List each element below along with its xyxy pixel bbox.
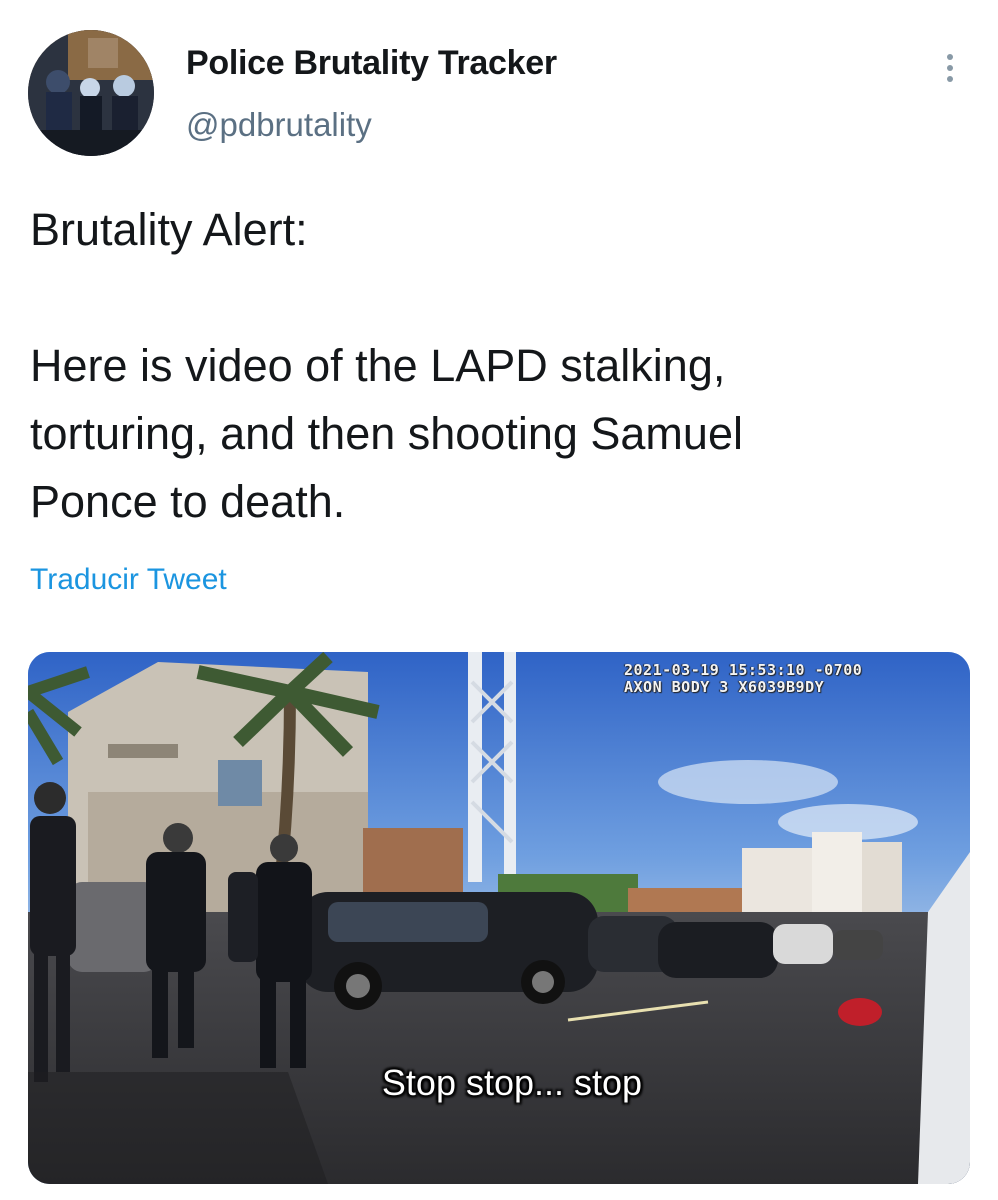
video-media[interactable]: 2021-03-19 15:53:10 -0700 AXON BODY 3 X6…	[28, 652, 970, 1184]
bodycam-device-id: AXON BODY 3 X6039B9DY	[624, 678, 825, 696]
tweet-card: Police Brutality Tracker @pdbrutality Br…	[0, 0, 998, 1200]
avatar[interactable]	[28, 30, 154, 156]
bodycam-overlay: 2021-03-19 15:53:10 -0700 AXON BODY 3 X6…	[624, 662, 862, 696]
translate-tweet-link[interactable]: Traducir Tweet	[30, 563, 227, 597]
display-name[interactable]: Police Brutality Tracker	[186, 44, 557, 83]
axon-logo-icon	[894, 658, 970, 1184]
tweet-text: Brutality Alert: Here is video of the LA…	[30, 204, 743, 527]
video-frame	[28, 652, 970, 1184]
more-vertical-icon[interactable]	[930, 48, 970, 88]
avatar-image	[28, 30, 154, 156]
video-caption: Stop stop... stop	[381, 1062, 643, 1103]
user-handle[interactable]: @pdbrutality	[186, 106, 372, 144]
bodycam-timestamp: 2021-03-19 15:53:10 -0700	[624, 661, 863, 679]
